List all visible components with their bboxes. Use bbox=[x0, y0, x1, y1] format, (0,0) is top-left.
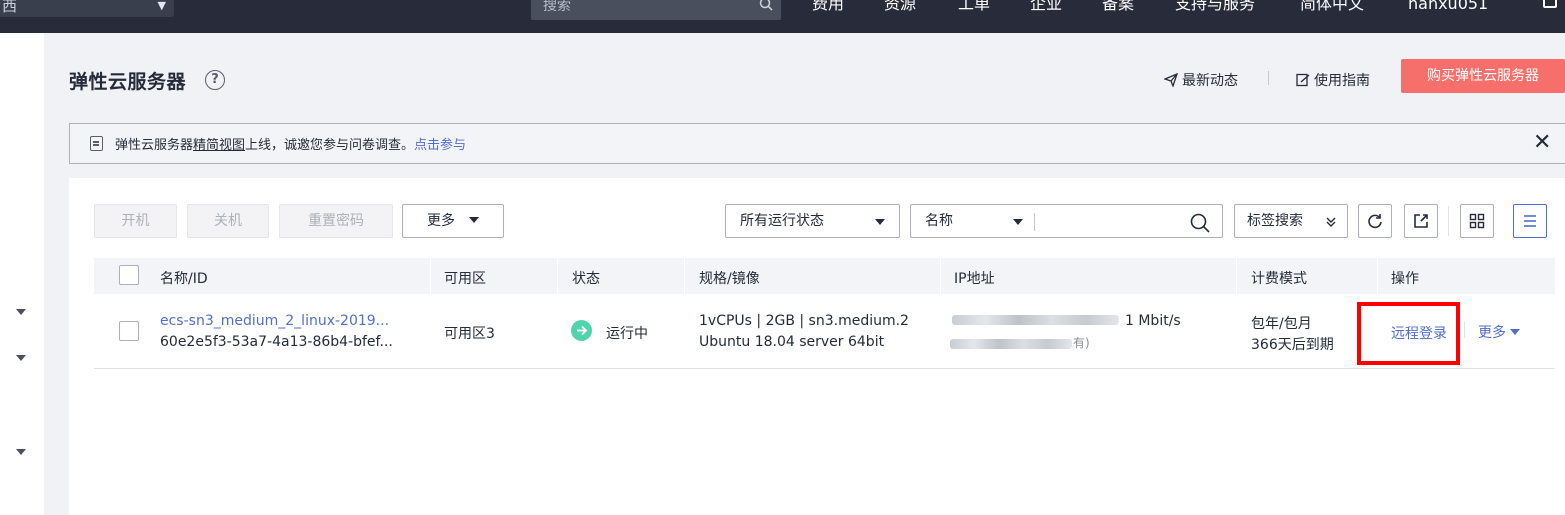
column-header-name[interactable]: 名称/ID bbox=[160, 268, 208, 288]
expand-caret-icon[interactable] bbox=[16, 309, 26, 315]
chevron-down-icon bbox=[875, 219, 885, 225]
notice-banner: 弹性云服务器 精简视图 上线，诚邀您参与问卷调查。 点击参与 bbox=[69, 123, 1565, 164]
nav-filing[interactable]: 备案 bbox=[1102, 0, 1134, 16]
expand-caret-icon[interactable] bbox=[16, 449, 26, 455]
bandwidth-text: 1 Mbit/s bbox=[1125, 313, 1181, 329]
buy-ecs-button[interactable]: 购买弹性云服务器 bbox=[1401, 59, 1565, 93]
column-divider bbox=[557, 258, 558, 294]
notice-link[interactable]: 点击参与 bbox=[414, 134, 466, 153]
status-filter-label: 所有运行状态 bbox=[740, 213, 824, 229]
column-divider bbox=[1236, 258, 1237, 294]
help-icon[interactable]: ? bbox=[205, 70, 225, 90]
divider bbox=[1464, 322, 1465, 338]
column-header-spec[interactable]: 规格/镜像 bbox=[699, 268, 760, 288]
nav-enterprise[interactable]: 企业 bbox=[1030, 0, 1062, 16]
export-icon bbox=[1414, 214, 1428, 228]
latest-news-link[interactable]: 最新动态 bbox=[1164, 70, 1238, 90]
column-divider bbox=[940, 258, 941, 294]
expiry-text: 366天后到期 bbox=[1251, 337, 1334, 353]
stop-button[interactable]: 关机 bbox=[187, 204, 269, 238]
clipboard-icon bbox=[90, 136, 103, 151]
nav-fees[interactable]: 费用 bbox=[812, 0, 844, 16]
column-divider bbox=[684, 258, 685, 294]
column-divider bbox=[1377, 258, 1378, 294]
close-icon[interactable]: ✕ bbox=[1533, 132, 1551, 154]
column-header-billing[interactable]: 计费模式 bbox=[1251, 268, 1307, 288]
reset-password-button[interactable]: 重置密码 bbox=[279, 204, 393, 238]
search-input[interactable] bbox=[1034, 204, 1223, 238]
column-divider bbox=[430, 258, 431, 294]
instance-name-link[interactable]: ecs-sn3_medium_2_linux-2019... bbox=[160, 313, 389, 329]
instance-id: 60e2e5f3-53a7-4a13-86b4-bfef... bbox=[160, 334, 393, 350]
divider bbox=[1268, 71, 1269, 85]
more-actions-label: 更多 bbox=[427, 213, 455, 229]
row-more-label: 更多 bbox=[1478, 325, 1506, 341]
global-search-input[interactable]: 搜索 bbox=[531, 0, 781, 20]
table-header bbox=[94, 258, 1555, 294]
chevron-down-icon: ▼ bbox=[157, 0, 166, 12]
region-label: 西 bbox=[2, 0, 18, 15]
ip-suffix-text: 有) bbox=[1073, 336, 1090, 350]
tag-search-button[interactable]: 标签搜索 bbox=[1234, 204, 1348, 238]
notice-text: 弹性云服务器 bbox=[115, 138, 194, 153]
list-view-button[interactable] bbox=[1513, 204, 1547, 238]
status-filter-select[interactable]: 所有运行状态 bbox=[725, 204, 900, 238]
ip-address-blurred bbox=[952, 315, 1119, 325]
highlight-box bbox=[1357, 302, 1460, 365]
ip-address-blurred bbox=[950, 339, 1072, 349]
row-divider bbox=[94, 368, 1555, 369]
column-header-status[interactable]: 状态 bbox=[572, 268, 600, 288]
chevron-down-icon bbox=[469, 217, 479, 223]
edit-doc-icon bbox=[1296, 73, 1310, 87]
send-icon bbox=[1164, 73, 1178, 87]
user-guide-label: 使用指南 bbox=[1314, 73, 1370, 89]
divider bbox=[1034, 213, 1035, 231]
search-icon bbox=[759, 0, 773, 11]
search-placeholder: 搜索 bbox=[543, 0, 571, 14]
grid-icon bbox=[1469, 213, 1485, 229]
more-actions-button[interactable]: 更多 bbox=[402, 204, 504, 238]
list-icon bbox=[1524, 215, 1536, 227]
double-chevron-down-icon bbox=[1326, 217, 1336, 227]
nav-tickets[interactable]: 工单 bbox=[958, 0, 990, 16]
nav-username[interactable]: hanxu051 bbox=[1408, 0, 1488, 16]
user-guide-link[interactable]: 使用指南 bbox=[1296, 70, 1370, 90]
refresh-button[interactable] bbox=[1358, 204, 1392, 238]
notice-underlined-text: 精简视图 bbox=[193, 138, 246, 153]
spec-text: 1vCPUs | 2GB | sn3.medium.2 bbox=[699, 313, 909, 329]
left-sidebar bbox=[0, 33, 44, 515]
column-header-actions: 操作 bbox=[1391, 271, 1419, 287]
nav-language[interactable]: 简体中文 bbox=[1300, 0, 1364, 16]
status-text: 运行中 bbox=[606, 326, 648, 342]
select-all-checkbox[interactable] bbox=[119, 265, 139, 285]
export-button[interactable] bbox=[1404, 204, 1438, 238]
region-selector[interactable]: 西 ▼ bbox=[0, 0, 174, 17]
search-field-label: 名称 bbox=[925, 213, 953, 229]
search-field-select[interactable]: 名称 bbox=[910, 204, 1035, 238]
chevron-down-icon bbox=[1013, 219, 1023, 225]
message-icon[interactable] bbox=[1543, 0, 1557, 8]
image-text: Ubuntu 18.04 server 64bit bbox=[699, 334, 885, 350]
row-more-actions[interactable]: 更多 bbox=[1478, 322, 1520, 342]
chevron-down-icon bbox=[1510, 329, 1520, 335]
availability-zone: 可用区3 bbox=[444, 326, 495, 342]
latest-news-label: 最新动态 bbox=[1182, 73, 1238, 89]
expand-caret-icon[interactable] bbox=[16, 355, 26, 361]
refresh-icon bbox=[1368, 214, 1382, 229]
column-header-zone[interactable]: 可用区 bbox=[444, 268, 486, 288]
page-title: 弹性云服务器 bbox=[69, 71, 187, 93]
grid-view-button[interactable] bbox=[1460, 204, 1494, 238]
running-status-icon bbox=[571, 320, 592, 341]
column-header-ip[interactable]: IP地址 bbox=[954, 268, 995, 288]
billing-mode: 包年/包月 bbox=[1251, 316, 1312, 332]
top-navigation-bar: 西 ▼ 搜索 费用 资源 工单 企业 备案 支持与服务 简体中文 hanxu05… bbox=[0, 0, 1565, 33]
nav-resources[interactable]: 资源 bbox=[884, 0, 916, 16]
tag-search-label: 标签搜索 bbox=[1247, 213, 1303, 229]
nav-support[interactable]: 支持与服务 bbox=[1175, 0, 1255, 16]
search-icon[interactable] bbox=[1190, 213, 1210, 233]
notice-text: 上线，诚邀您参与问卷调查。 bbox=[245, 138, 415, 153]
start-button[interactable]: 开机 bbox=[94, 204, 177, 238]
row-checkbox[interactable] bbox=[119, 321, 139, 341]
divider bbox=[1448, 206, 1449, 236]
